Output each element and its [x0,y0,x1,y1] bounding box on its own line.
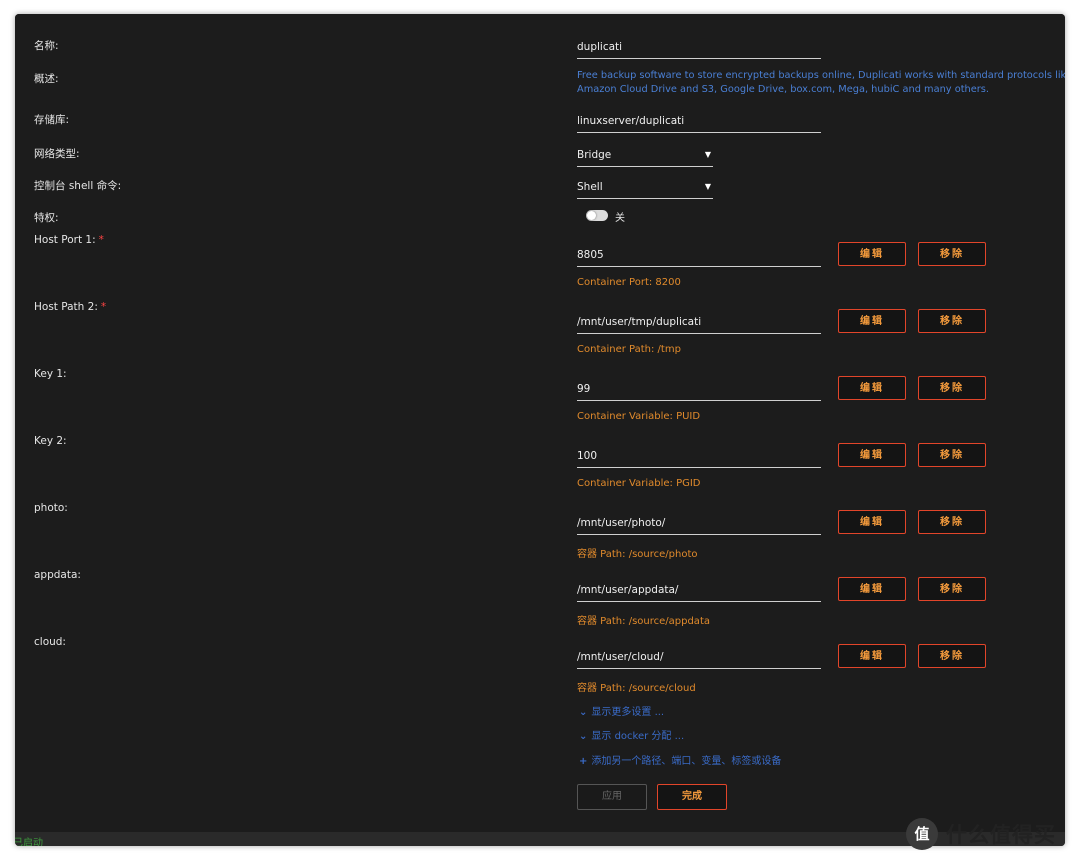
appdata-input[interactable]: /mnt/user/appdata/ [577,579,821,602]
key-2-remove-button[interactable]: 移除 [918,443,986,467]
host-port-1-label: Host Port 1: * [34,234,104,246]
appdata-label: appdata: [34,569,81,581]
host-path-2-label-text: Host Path 2: [34,301,98,313]
toggle-knob [587,211,596,220]
name-input[interactable]: duplicati [577,36,821,59]
network-type-value: Bridge [577,149,612,161]
key-2-label-text: Key 2: [34,435,67,447]
privileged-state: 关 [615,213,625,224]
key-1-label: Key 1: [34,368,67,380]
show-docker-alloc-label: 显示 docker 分配 ... [591,731,685,742]
add-another-link[interactable]: + 添加另一个路径、端口、变量、标签或设备 [579,752,781,767]
caret-down-icon: ▼ [704,182,711,191]
overview-label: 概述: [34,73,59,85]
repository-label: 存储库: [34,114,70,126]
host-port-1-label-text: Host Port 1: [34,234,96,246]
cloud-input[interactable]: /mnt/user/cloud/ [577,646,821,669]
add-another-label: 添加另一个路径、端口、变量、标签或设备 [591,756,782,767]
appdata-label-text: appdata: [34,569,81,581]
show-more-settings-label: 显示更多设置 ... [591,707,665,718]
host-path-2-container-hint: Container Path: /tmp [577,344,681,355]
cloud-label: cloud: [34,636,66,648]
privileged-toggle[interactable] [586,210,608,221]
appdata-container-hint: 容器 Path: /source/appdata [577,616,710,627]
show-more-settings-link[interactable]: ⌄ 显示更多设置 ... [579,703,664,718]
cloud-remove-button[interactable]: 移除 [918,644,986,668]
key-2-container-hint: Container Variable: PGID [577,478,701,489]
host-port-1-container-hint: Container Port: 8200 [577,277,681,288]
chevron-down-icon: ⌄ [579,731,588,742]
overview-line-2: Amazon Cloud Drive and S3, Google Drive,… [577,84,990,95]
cloud-label-text: cloud: [34,636,66,648]
photo-label-text: photo: [34,502,68,514]
docker-edit-form: 名称: duplicati 概述: Free backup software t… [15,14,1065,832]
host-port-1-edit-button[interactable]: 编辑 [838,242,906,266]
photo-edit-button[interactable]: 编辑 [838,510,906,534]
key-2-label: Key 2: [34,435,67,447]
host-path-2-remove-button[interactable]: 移除 [918,309,986,333]
watermark-logo: 值 [906,818,938,850]
console-shell-select[interactable]: Shell ▼ [577,176,713,199]
required-marker: * [98,234,104,246]
repository-input[interactable]: linuxserver/duplicati [577,110,821,133]
plus-icon: + [579,756,588,767]
overview-line-1: Free backup software to store encrypted … [577,70,1065,81]
watermark: 值 什么值得买 [906,814,1056,854]
watermark-text: 什么值得买 [946,823,1056,847]
required-marker: * [100,301,107,313]
appdata-remove-button[interactable]: 移除 [918,577,986,601]
photo-label: photo: [34,502,68,514]
overview-text: Free backup software to store encrypted … [577,69,1065,97]
photo-container-hint: 容器 Path: /source/photo [577,549,698,560]
chevron-down-icon: ⌄ [579,707,588,718]
host-path-2-edit-button[interactable]: 编辑 [838,309,906,333]
name-label: 名称: [34,40,59,52]
photo-input[interactable]: /mnt/user/photo/ [577,512,821,535]
cloud-edit-button[interactable]: 编辑 [838,644,906,668]
app-window: 名称: duplicati 概述: Free backup software t… [15,14,1065,846]
appdata-edit-button[interactable]: 编辑 [838,577,906,601]
caret-down-icon: ▼ [704,150,711,159]
host-path-2-label: Host Path 2: * [34,301,106,313]
key-1-container-hint: Container Variable: PUID [577,411,701,422]
privileged-label: 特权: [34,212,59,224]
key-1-label-text: Key 1: [34,368,67,380]
apply-button[interactable]: 应用 [577,784,647,810]
status-text: 已启动 [15,838,43,846]
show-docker-alloc-link[interactable]: ⌄ 显示 docker 分配 ... [579,727,684,742]
key-1-remove-button[interactable]: 移除 [918,376,986,400]
photo-remove-button[interactable]: 移除 [918,510,986,534]
host-path-2-input[interactable]: /mnt/user/tmp/duplicati [577,311,821,334]
done-button[interactable]: 完成 [657,784,727,810]
network-type-label: 网络类型: [34,148,80,160]
cloud-container-hint: 容器 Path: /source/cloud [577,683,696,694]
host-port-1-input[interactable]: 8805 [577,244,821,267]
network-type-select[interactable]: Bridge ▼ [577,144,713,167]
host-port-1-remove-button[interactable]: 移除 [918,242,986,266]
key-2-input[interactable]: 100 [577,445,821,468]
key-1-input[interactable]: 99 [577,378,821,401]
key-1-edit-button[interactable]: 编辑 [838,376,906,400]
console-shell-label: 控制台 shell 命令: [34,180,122,192]
key-2-edit-button[interactable]: 编辑 [838,443,906,467]
console-shell-value: Shell [577,181,603,193]
